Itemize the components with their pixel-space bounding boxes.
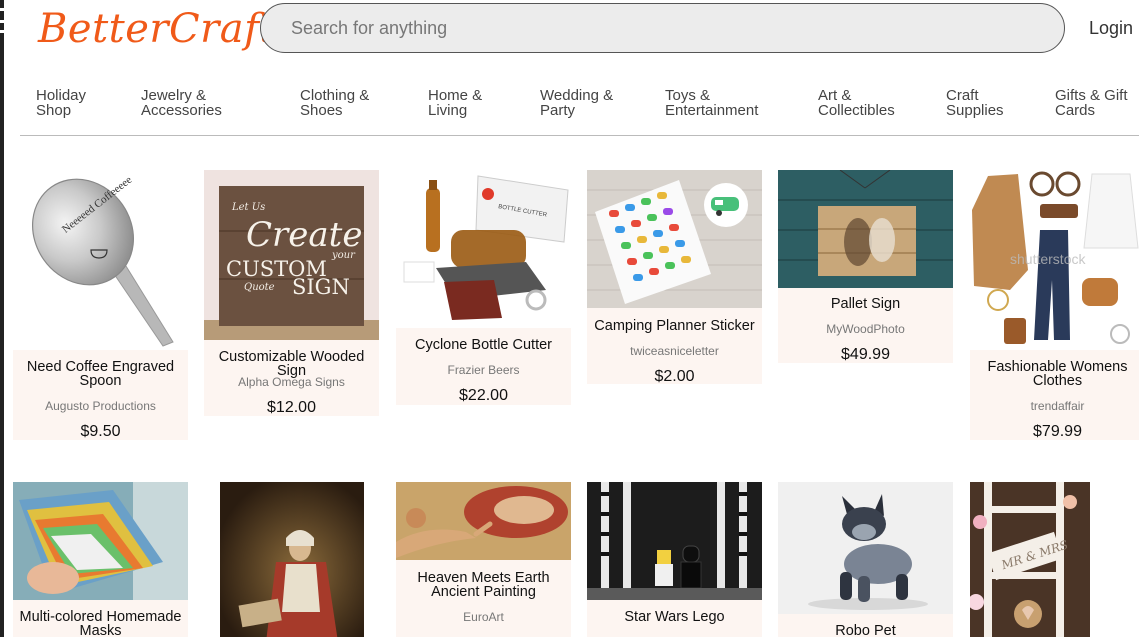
product-price: $2.00	[654, 368, 695, 385]
wooden-sign-image[interactable]: Let Us Create your CUSTOM Quote SIGN	[204, 170, 379, 340]
product-card[interactable]	[220, 482, 364, 637]
nav-art-collectibles[interactable]: Art & Collectibles	[818, 88, 948, 118]
product-card[interactable]: shutterstock Fashionable Womens Clothes …	[970, 170, 1139, 440]
svg-text:shutterstock: shutterstock	[1010, 251, 1086, 267]
fabric-masks-image[interactable]	[13, 482, 188, 600]
product-card[interactable]: Neeeeed Coffeeeee Need Coffee Engraved S…	[13, 170, 188, 440]
product-seller[interactable]: Alpha Omega Signs	[204, 375, 379, 389]
svg-text:your: your	[331, 250, 356, 261]
product-card[interactable]: Let Us Create your CUSTOM Quote SIGN Cus…	[204, 170, 379, 416]
product-name[interactable]: Need Coffee Engraved Spoon	[13, 360, 188, 389]
svg-text:Create: Create	[246, 215, 362, 255]
product-price: $49.99	[841, 346, 890, 363]
product-seller[interactable]: Augusto Productions	[13, 399, 188, 413]
camper-stickers-image[interactable]	[587, 170, 762, 308]
product-card[interactable]: Heaven Meets Earth Ancient Painting Euro…	[396, 482, 571, 637]
search-bar[interactable]	[260, 3, 1065, 53]
product-name[interactable]: Fashionable Womens Clothes	[970, 360, 1139, 389]
site-header: BetterCraft Login	[0, 0, 1139, 60]
product-card[interactable]: MR & MRS	[970, 482, 1090, 637]
product-card[interactable]: Star Wars Lego	[587, 482, 762, 637]
clothes-collage-image[interactable]: shutterstock	[970, 170, 1139, 350]
product-seller[interactable]: Frazier Beers	[396, 363, 571, 377]
product-name[interactable]: Star Wars Lego	[587, 610, 762, 625]
product-card[interactable]: Pallet Sign MyWoodPhoto $49.99	[778, 170, 953, 363]
svg-text:Quote: Quote	[244, 282, 275, 293]
product-card[interactable]: BOTTLE CUTTER Cyclone Bottle Cutter Fraz…	[396, 170, 571, 405]
reading-woman-painting-image[interactable]	[220, 482, 364, 637]
product-name[interactable]: Multi-colored Homemade Masks	[13, 610, 188, 637]
category-nav: Holiday Shop Jewelry & Accessories Clothin…	[20, 86, 1139, 136]
nav-gifts-gift-cards[interactable]: Gifts & Gift Cards	[1055, 88, 1139, 118]
window-edge	[0, 0, 4, 637]
robot-dog-image[interactable]	[778, 482, 953, 614]
svg-text:SIGN: SIGN	[292, 275, 350, 299]
product-card[interactable]: Camping Planner Sticker twiceasnicelette…	[587, 170, 762, 385]
product-price: $12.00	[267, 399, 316, 416]
product-price: $79.99	[1033, 423, 1082, 440]
nav-toys-entertainment[interactable]: Toys & Entertainment	[665, 88, 795, 118]
product-name[interactable]: Robo Pet	[778, 624, 953, 637]
site-logo[interactable]: BetterCraft	[38, 6, 276, 52]
engraved-spoon-image[interactable]: Neeeeed Coffeeeee	[13, 170, 188, 350]
product-card[interactable]: Multi-colored Homemade Masks	[13, 482, 188, 637]
product-seller[interactable]: EuroArt	[396, 610, 571, 624]
pallet-sign-image[interactable]	[778, 170, 953, 288]
product-name[interactable]: Customizable Wooded Sign	[204, 350, 379, 379]
product-name[interactable]: Pallet Sign	[778, 297, 953, 312]
product-name[interactable]: Camping Planner Sticker	[587, 319, 762, 334]
product-name[interactable]: Cyclone Bottle Cutter	[396, 338, 571, 353]
login-link[interactable]: Login	[1089, 18, 1133, 39]
product-seller[interactable]: trendaffair	[970, 399, 1139, 413]
nav-wedding-party[interactable]: Wedding & Party	[540, 88, 670, 118]
creation-of-adam-image[interactable]	[396, 482, 571, 560]
svg-text:Let Us: Let Us	[231, 202, 265, 213]
lego-figures-image[interactable]	[587, 482, 762, 600]
product-seller[interactable]: twiceasniceletter	[587, 344, 762, 358]
product-price: $22.00	[459, 387, 508, 404]
product-price: $9.50	[80, 423, 121, 440]
product-seller[interactable]: MyWoodPhoto	[778, 322, 953, 336]
product-name[interactable]: Heaven Meets Earth Ancient Painting	[396, 571, 571, 600]
product-card[interactable]: Robo Pet	[778, 482, 953, 637]
wedding-ladder-image[interactable]: MR & MRS	[970, 482, 1090, 637]
search-input[interactable]	[261, 4, 1064, 52]
nav-home-living[interactable]: Home & Living	[428, 88, 558, 118]
nav-clothing-shoes[interactable]: Clothing & Shoes	[300, 88, 430, 118]
bottle-cutter-image[interactable]: BOTTLE CUTTER	[396, 170, 571, 328]
nav-jewelry-accessories[interactable]: Jewelry & Accessories	[141, 88, 271, 118]
